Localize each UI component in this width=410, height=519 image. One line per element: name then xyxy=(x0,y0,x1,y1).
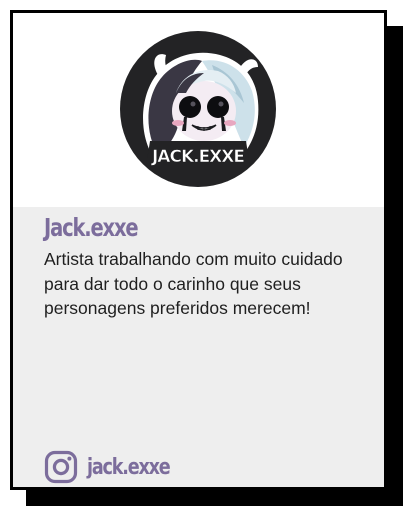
profile-card: JACK.EXXE Jack.exxe Artista trabalhando … xyxy=(10,10,387,490)
instagram-link[interactable]: jack.exxe xyxy=(44,450,190,484)
avatar: JACK.EXXE xyxy=(120,31,276,187)
avatar-illustration: JACK.EXXE xyxy=(143,52,259,167)
card-header: JACK.EXXE xyxy=(13,13,384,207)
avatar-caption-text: JACK.EXXE xyxy=(151,147,244,167)
instagram-handle: jack.exxe xyxy=(87,454,171,480)
profile-name: Jack.exxe xyxy=(44,213,139,242)
profile-bio: Artista trabalhando com muito cuidado pa… xyxy=(44,249,343,318)
instagram-icon xyxy=(44,450,78,484)
